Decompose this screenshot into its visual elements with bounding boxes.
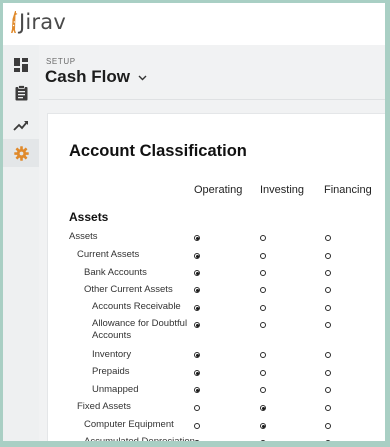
sidebar-item-settings[interactable] xyxy=(3,139,39,167)
radio-assets-financing[interactable] xyxy=(325,235,331,241)
breadcrumb: SETUP xyxy=(46,57,76,66)
row-label-unmapped: Unmapped xyxy=(92,384,139,395)
page-title: Cash Flow xyxy=(45,67,131,86)
jirav-logo[interactable]: Jirav xyxy=(9,10,66,34)
radio-other-current-assets-financing[interactable] xyxy=(325,287,331,293)
row-label-other-current-assets: Other Current Assets xyxy=(84,284,173,295)
radio-bank-accounts-operating[interactable] xyxy=(194,270,200,276)
radio-current-assets-operating[interactable] xyxy=(194,253,200,259)
row-label-bank-accounts: Bank Accounts xyxy=(84,267,147,278)
radio-prepaids-financing[interactable] xyxy=(325,370,331,376)
giraffe-icon xyxy=(11,11,18,33)
radio-computer-equipment-financing[interactable] xyxy=(325,423,331,429)
radio-prepaids-investing[interactable] xyxy=(260,370,266,376)
clipboard-icon xyxy=(15,85,27,101)
trend-icon xyxy=(13,120,28,131)
radio-accounts-receivable-operating[interactable] xyxy=(194,305,200,311)
radio-allowance-for-doubtful-accounts-operating[interactable] xyxy=(194,322,200,328)
radio-assets-operating[interactable] xyxy=(194,235,200,241)
radio-fixed-assets-investing[interactable] xyxy=(260,405,266,411)
radio-unmapped-financing[interactable] xyxy=(325,387,331,393)
radio-other-current-assets-operating[interactable] xyxy=(194,287,200,293)
sidebar-item-dashboard[interactable] xyxy=(3,51,39,79)
row-label-fixed-assets: Fixed Assets xyxy=(77,401,131,412)
column-header-operating: Operating xyxy=(194,184,243,196)
radio-unmapped-investing[interactable] xyxy=(260,387,266,393)
app-window: Jirav SETUP Cash Flow Account Classifica… xyxy=(3,3,385,441)
header-divider xyxy=(39,99,385,100)
radio-current-assets-financing[interactable] xyxy=(325,253,331,259)
radio-inventory-financing[interactable] xyxy=(325,352,331,358)
radio-prepaids-operating[interactable] xyxy=(194,370,200,376)
radio-inventory-operating[interactable] xyxy=(194,352,200,358)
radio-bank-accounts-financing[interactable] xyxy=(325,270,331,276)
account-classification-card: Account Classification Operating Investi… xyxy=(47,113,385,441)
row-label-current-assets: Current Assets xyxy=(77,249,140,260)
row-label-assets: Assets xyxy=(69,231,98,242)
chevron-down-icon xyxy=(138,75,147,81)
main-content: SETUP Cash Flow Account Classification O… xyxy=(39,45,385,441)
radio-accumulated-depreciation-operating[interactable] xyxy=(194,440,200,441)
radio-fixed-assets-operating[interactable] xyxy=(194,405,200,411)
logo-text: Jirav xyxy=(19,10,66,34)
sidebar-item-forecast[interactable] xyxy=(3,111,39,139)
row-label-prepaids: Prepaids xyxy=(92,366,130,377)
radio-current-assets-investing[interactable] xyxy=(260,253,266,259)
gear-icon xyxy=(13,145,29,161)
radio-allowance-for-doubtful-accounts-investing[interactable] xyxy=(260,322,266,328)
row-label-computer-equipment: Computer Equipment xyxy=(84,419,174,430)
radio-accumulated-depreciation-investing[interactable] xyxy=(260,440,266,441)
radio-bank-accounts-investing[interactable] xyxy=(260,270,266,276)
radio-fixed-assets-financing[interactable] xyxy=(325,405,331,411)
row-label-accumulated-depreciation: Accumulated Depreciation xyxy=(84,436,195,441)
radio-accumulated-depreciation-financing[interactable] xyxy=(325,440,331,441)
radio-allowance-for-doubtful-accounts-financing[interactable] xyxy=(325,322,331,328)
section-heading-assets: Assets xyxy=(69,210,109,224)
row-label-accounts-receivable: Accounts Receivable xyxy=(92,301,181,312)
radio-unmapped-operating[interactable] xyxy=(194,387,200,393)
radio-accounts-receivable-investing[interactable] xyxy=(260,305,266,311)
radio-computer-equipment-investing[interactable] xyxy=(260,423,266,429)
radio-inventory-investing[interactable] xyxy=(260,352,266,358)
radio-computer-equipment-operating[interactable] xyxy=(194,423,200,429)
radio-other-current-assets-investing[interactable] xyxy=(260,287,266,293)
sidebar-item-reports[interactable] xyxy=(3,79,39,107)
radio-accounts-receivable-financing[interactable] xyxy=(325,305,331,311)
column-header-investing: Investing xyxy=(260,184,305,196)
column-header-financing: Financing xyxy=(324,184,372,196)
row-label-allowance-for-doubtful-accounts: Allowance for Doubtful Accounts xyxy=(92,318,188,341)
top-bar: Jirav xyxy=(3,3,385,45)
page-title-dropdown[interactable]: Cash Flow xyxy=(45,67,147,87)
dashboard-grid-icon xyxy=(14,58,28,72)
sidebar xyxy=(3,45,39,441)
card-title: Account Classification xyxy=(69,142,247,160)
radio-assets-investing[interactable] xyxy=(260,235,266,241)
row-label-inventory: Inventory xyxy=(92,349,132,360)
